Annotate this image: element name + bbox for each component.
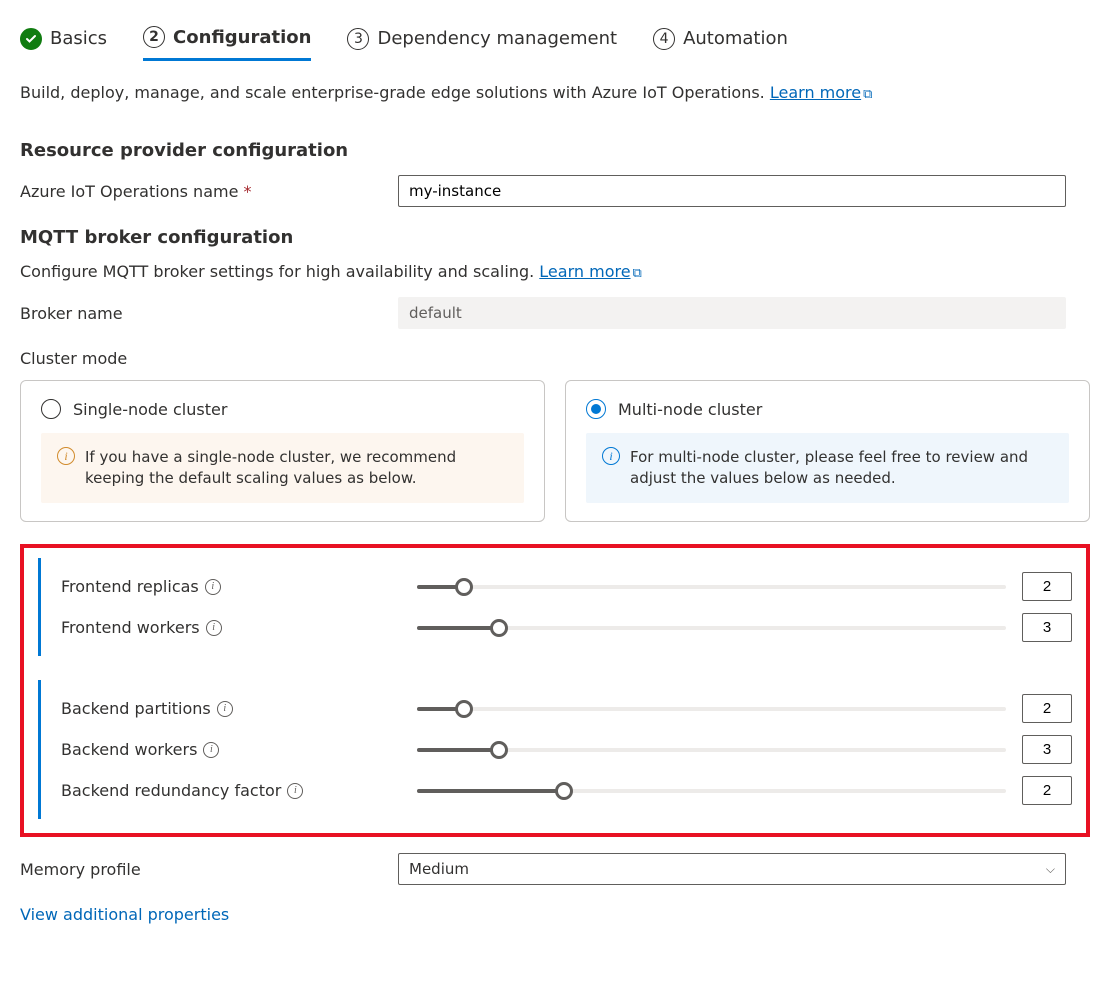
multi-node-card[interactable]: Multi-node cluster i For multi-node clus… xyxy=(565,380,1090,522)
check-icon xyxy=(20,28,42,50)
tab-basics-label: Basics xyxy=(50,28,107,49)
aio-name-field: Azure IoT Operations name * xyxy=(20,175,1090,207)
frontend-replicas-label: Frontend replicas i xyxy=(61,577,401,596)
single-node-card[interactable]: Single-node cluster i If you have a sing… xyxy=(20,380,545,522)
backend-redundancy-label-text: Backend redundancy factor xyxy=(61,781,281,800)
backend-redundancy-row: Backend redundancy factor i xyxy=(61,776,1072,805)
memory-profile-label: Memory profile xyxy=(20,860,398,879)
backend-partitions-label: Backend partitions i xyxy=(61,699,401,718)
frontend-workers-label: Frontend workers i xyxy=(61,618,401,637)
chevron-down-icon: ⌵ xyxy=(1046,862,1055,877)
backend-workers-value[interactable] xyxy=(1022,735,1072,764)
memory-profile-value: Medium xyxy=(409,860,469,878)
frontend-slider-group: Frontend replicas i Frontend workers i xyxy=(38,558,1072,656)
frontend-replicas-value[interactable] xyxy=(1022,572,1072,601)
aio-name-input[interactable] xyxy=(398,175,1066,207)
tab-basics[interactable]: Basics xyxy=(20,20,107,61)
mqtt-learn-more-text: Learn more xyxy=(539,262,630,281)
tab-configuration-label: Configuration xyxy=(173,27,311,48)
step-3-badge: 3 xyxy=(347,28,369,50)
tab-dependency[interactable]: 3 Dependency management xyxy=(347,20,617,61)
backend-partitions-row: Backend partitions i xyxy=(61,694,1072,723)
frontend-replicas-row: Frontend replicas i xyxy=(61,572,1072,601)
cluster-mode-selector: Single-node cluster i If you have a sing… xyxy=(20,380,1090,522)
backend-redundancy-value[interactable] xyxy=(1022,776,1072,805)
step-2-badge: 2 xyxy=(143,26,165,48)
learn-more-link[interactable]: Learn more⧉ xyxy=(770,83,873,102)
frontend-workers-value[interactable] xyxy=(1022,613,1072,642)
info-icon[interactable]: i xyxy=(206,620,222,636)
backend-workers-slider[interactable] xyxy=(417,739,1006,761)
frontend-replicas-label-text: Frontend replicas xyxy=(61,577,199,596)
single-node-info-text: If you have a single-node cluster, we re… xyxy=(85,447,508,489)
tab-configuration[interactable]: 2 Configuration xyxy=(143,20,311,61)
tab-automation-label: Automation xyxy=(683,28,788,49)
external-link-icon: ⧉ xyxy=(863,87,872,102)
mqtt-desc-text: Configure MQTT broker settings for high … xyxy=(20,262,534,281)
tab-dependency-label: Dependency management xyxy=(377,28,617,49)
frontend-workers-row: Frontend workers i xyxy=(61,613,1072,642)
broker-name-label: Broker name xyxy=(20,304,398,323)
backend-partitions-slider[interactable] xyxy=(417,698,1006,720)
page-description-text: Build, deploy, manage, and scale enterpr… xyxy=(20,83,765,102)
tab-automation[interactable]: 4 Automation xyxy=(653,20,788,61)
info-icon: i xyxy=(602,447,620,465)
mqtt-heading: MQTT broker configuration xyxy=(20,227,1090,248)
view-additional-properties-link[interactable]: View additional properties xyxy=(20,905,229,924)
memory-profile-select[interactable]: Medium ⌵ xyxy=(398,853,1066,885)
backend-workers-label-text: Backend workers xyxy=(61,740,197,759)
info-icon[interactable]: i xyxy=(287,783,303,799)
page-description: Build, deploy, manage, and scale enterpr… xyxy=(20,83,1090,102)
frontend-replicas-slider[interactable] xyxy=(417,576,1006,598)
wizard-tabs: Basics 2 Configuration 3 Dependency mana… xyxy=(20,20,1090,61)
backend-partitions-label-text: Backend partitions xyxy=(61,699,211,718)
cluster-mode-label: Cluster mode xyxy=(20,349,1090,368)
backend-workers-label: Backend workers i xyxy=(61,740,401,759)
learn-more-text: Learn more xyxy=(770,83,861,102)
frontend-workers-label-text: Frontend workers xyxy=(61,618,200,637)
multi-node-info-text: For multi-node cluster, please feel free… xyxy=(630,447,1053,489)
required-asterisk: * xyxy=(244,182,252,201)
multi-node-radio[interactable] xyxy=(586,399,606,419)
info-icon[interactable]: i xyxy=(203,742,219,758)
frontend-workers-slider[interactable] xyxy=(417,617,1006,639)
external-link-icon: ⧉ xyxy=(633,266,642,281)
highlighted-scaling-section: Frontend replicas i Frontend workers i B… xyxy=(20,544,1090,837)
backend-partitions-value[interactable] xyxy=(1022,694,1072,723)
memory-profile-field: Memory profile Medium ⌵ xyxy=(20,853,1090,885)
mqtt-learn-more-link[interactable]: Learn more⧉ xyxy=(539,262,642,281)
backend-redundancy-label: Backend redundancy factor i xyxy=(61,781,401,800)
mqtt-description: Configure MQTT broker settings for high … xyxy=(20,262,1090,281)
multi-node-info: i For multi-node cluster, please feel fr… xyxy=(586,433,1069,503)
backend-workers-row: Backend workers i xyxy=(61,735,1072,764)
single-node-info: i If you have a single-node cluster, we … xyxy=(41,433,524,503)
info-icon[interactable]: i xyxy=(205,579,221,595)
broker-name-input xyxy=(398,297,1066,329)
step-4-badge: 4 xyxy=(653,28,675,50)
broker-name-field: Broker name xyxy=(20,297,1090,329)
info-icon: i xyxy=(57,447,75,465)
info-icon[interactable]: i xyxy=(217,701,233,717)
resource-provider-heading: Resource provider configuration xyxy=(20,140,1090,161)
multi-node-title: Multi-node cluster xyxy=(618,400,762,419)
backend-redundancy-slider[interactable] xyxy=(417,780,1006,802)
backend-slider-group: Backend partitions i Backend workers i B… xyxy=(38,680,1072,819)
single-node-radio[interactable] xyxy=(41,399,61,419)
aio-name-label-text: Azure IoT Operations name xyxy=(20,182,238,201)
single-node-title: Single-node cluster xyxy=(73,400,227,419)
aio-name-label: Azure IoT Operations name * xyxy=(20,182,398,201)
